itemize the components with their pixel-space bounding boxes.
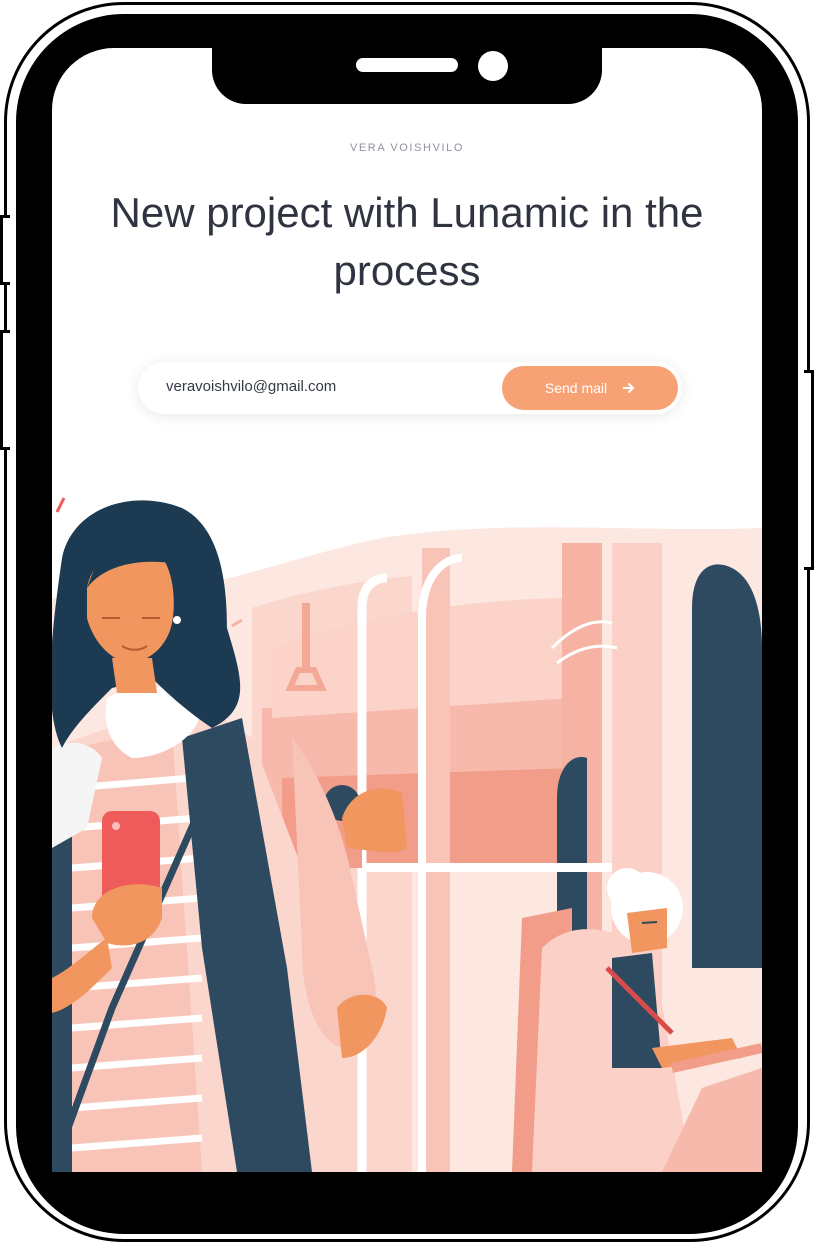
send-mail-label: Send mail — [544, 380, 608, 396]
bus-passengers-illustration — [52, 497, 762, 1172]
email-form: Send mail — [138, 362, 682, 414]
phone-volume-up — [0, 215, 10, 285]
author-name: VERA VOISHVILO — [349, 142, 465, 154]
arrow-right-icon — [622, 380, 635, 396]
phone-power-button — [804, 370, 814, 570]
front-camera — [478, 51, 508, 81]
page-title: New project with Lunamic in the process — [110, 189, 704, 294]
speaker-grille — [356, 58, 458, 72]
email-field[interactable] — [166, 378, 486, 395]
phone-volume-down — [0, 330, 10, 450]
send-mail-button[interactable]: Send mail — [502, 366, 678, 410]
app-screen: VERA VOISHVILO New project with Lunamic … — [52, 48, 762, 1172]
